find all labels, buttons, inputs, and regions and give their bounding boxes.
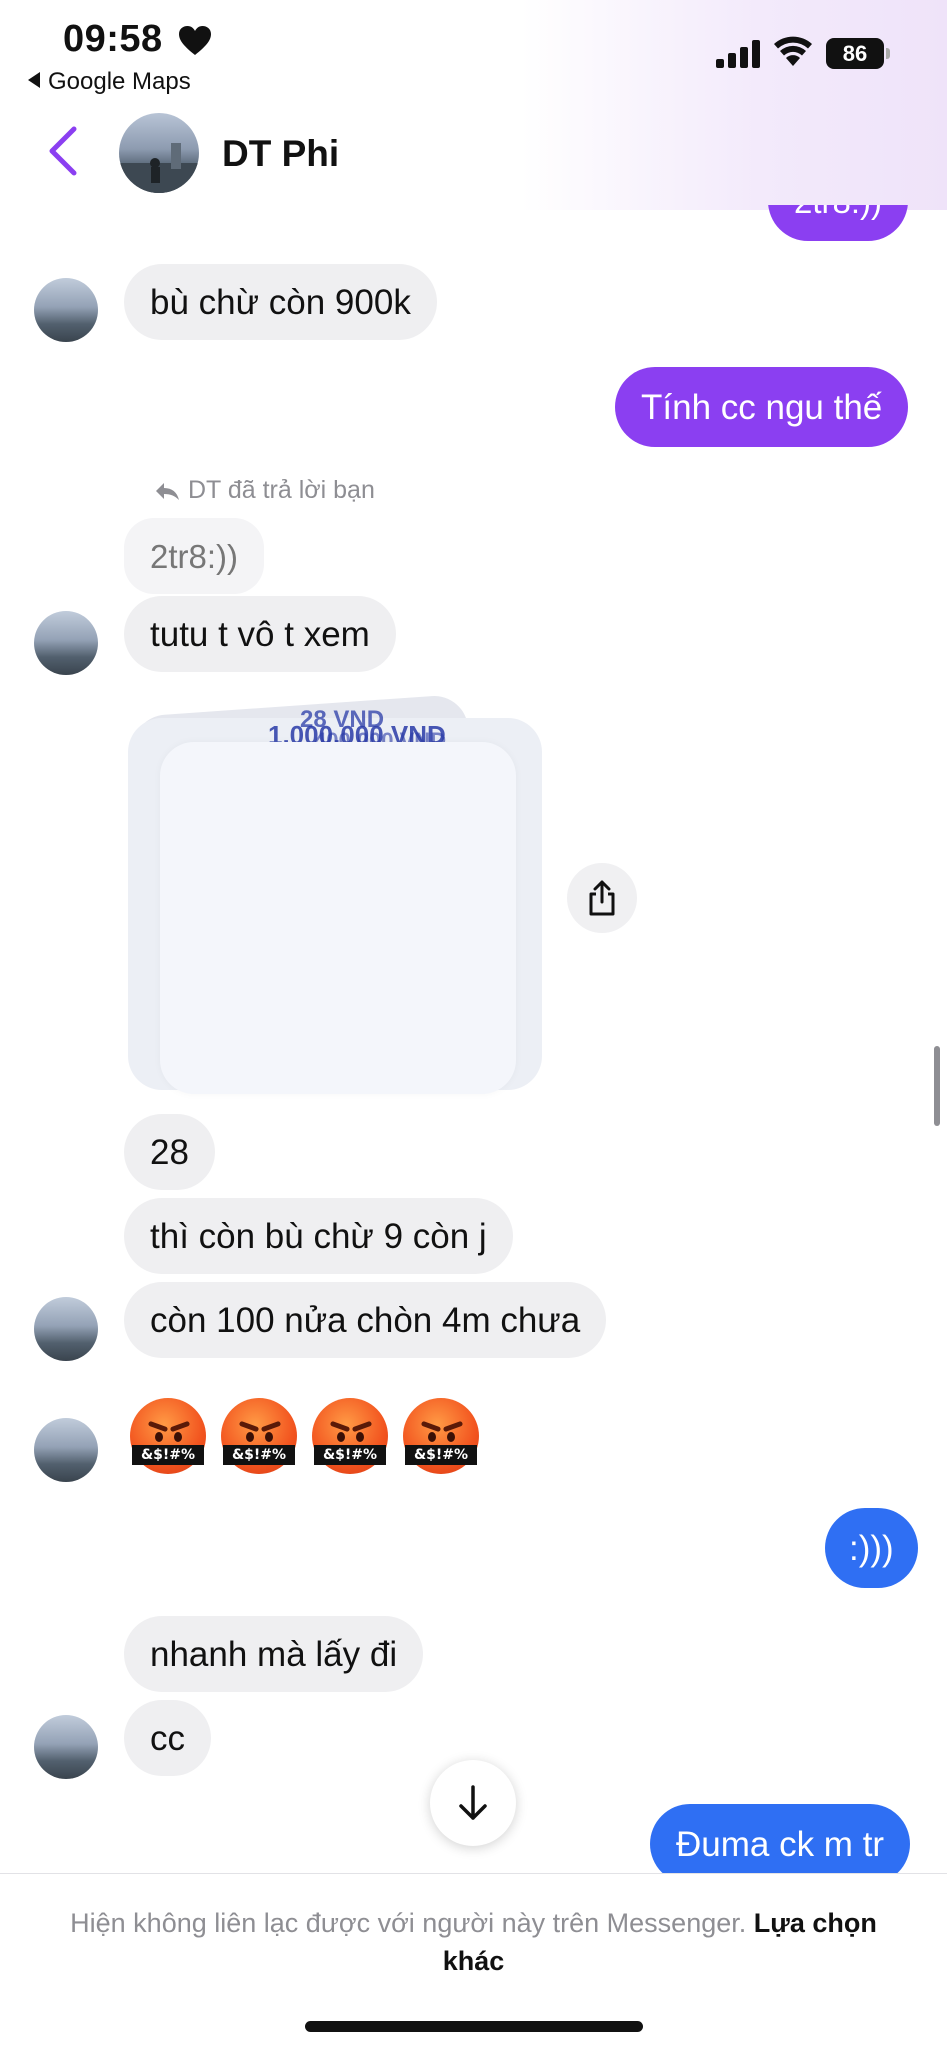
battery-nub (886, 48, 890, 59)
message-outgoing[interactable]: Đuma ck m tr (650, 1804, 911, 1884)
share-icon (589, 880, 615, 916)
reply-label-text: DT đã trả lời bạn (188, 476, 375, 504)
message-outgoing[interactable]: :))) (825, 1508, 918, 1588)
footer-message: Hiện không liên lạc được với người này t… (70, 1908, 747, 1938)
sender-avatar (34, 1297, 98, 1361)
message-incoming[interactable]: tutu t vô t xem (124, 596, 396, 672)
partial-message-clip: 2tr8:)) (0, 205, 947, 245)
cursing-face-emoji[interactable]: &$!#% (312, 1398, 388, 1474)
contact-avatar[interactable] (119, 113, 199, 193)
message-incoming[interactable]: cc (124, 1700, 211, 1776)
back-app-label: Google Maps (48, 68, 191, 95)
message-outgoing[interactable]: 2tr8:)) (768, 205, 909, 241)
sender-avatar (34, 1715, 98, 1779)
back-triangle-icon (28, 72, 40, 88)
image-attachment[interactable] (160, 742, 516, 1094)
message-incoming[interactable]: thì còn bù chừ 9 còn j (124, 1198, 513, 1274)
cursing-face-emoji[interactable]: &$!#% (221, 1398, 297, 1474)
emoji-caption: &$!#% (405, 1445, 477, 1465)
reply-arrow-icon (156, 482, 179, 500)
message-incoming[interactable]: còn 100 nửa chòn 4m chưa (124, 1282, 607, 1358)
sender-avatar (34, 1418, 98, 1482)
message-incoming[interactable]: nhanh mà lấy đi (124, 1616, 424, 1692)
sender-avatar (34, 278, 98, 342)
message-outgoing[interactable]: Tính cc ngu thế (615, 367, 909, 447)
heart-icon (179, 26, 211, 55)
cursing-face-emoji[interactable]: &$!#% (130, 1398, 206, 1474)
emoji-caption: &$!#% (132, 1445, 204, 1465)
battery-icon: 86 (826, 38, 884, 69)
footer-notice: Hiện không liên lạc được với người này t… (0, 1873, 947, 2048)
chat-header: DT Phi (0, 105, 947, 205)
share-button[interactable] (567, 863, 637, 933)
message-incoming[interactable]: 28 (124, 1114, 215, 1190)
status-time: 09:58 (63, 18, 163, 60)
quoted-message[interactable]: 2tr8:)) (124, 518, 265, 594)
avatar-figure-icon (119, 143, 199, 193)
reply-indicator: DT đã trả lời bạn (154, 476, 375, 505)
contact-name[interactable]: DT Phi (222, 133, 339, 175)
scrollbar[interactable] (934, 1046, 940, 1126)
footer-text: Hiện không liên lạc được với người này t… (40, 1904, 907, 1980)
back-chevron-icon[interactable] (44, 125, 80, 177)
back-to-app[interactable]: Google Maps (28, 68, 191, 96)
status-bar: 09:58 Google Maps 86 (0, 0, 947, 105)
cellular-signal-icon (716, 40, 762, 68)
sender-avatar (34, 611, 98, 675)
scroll-to-bottom-button[interactable] (430, 1760, 516, 1846)
arrow-down-icon (459, 1785, 487, 1820)
emoji-caption: &$!#% (223, 1445, 295, 1465)
message-incoming[interactable]: bù chừ còn 900k (124, 264, 437, 340)
home-indicator[interactable] (305, 2021, 643, 2032)
wifi-icon (774, 36, 812, 66)
emoji-caption: &$!#% (314, 1445, 386, 1465)
cursing-face-emoji[interactable]: &$!#% (403, 1398, 479, 1474)
